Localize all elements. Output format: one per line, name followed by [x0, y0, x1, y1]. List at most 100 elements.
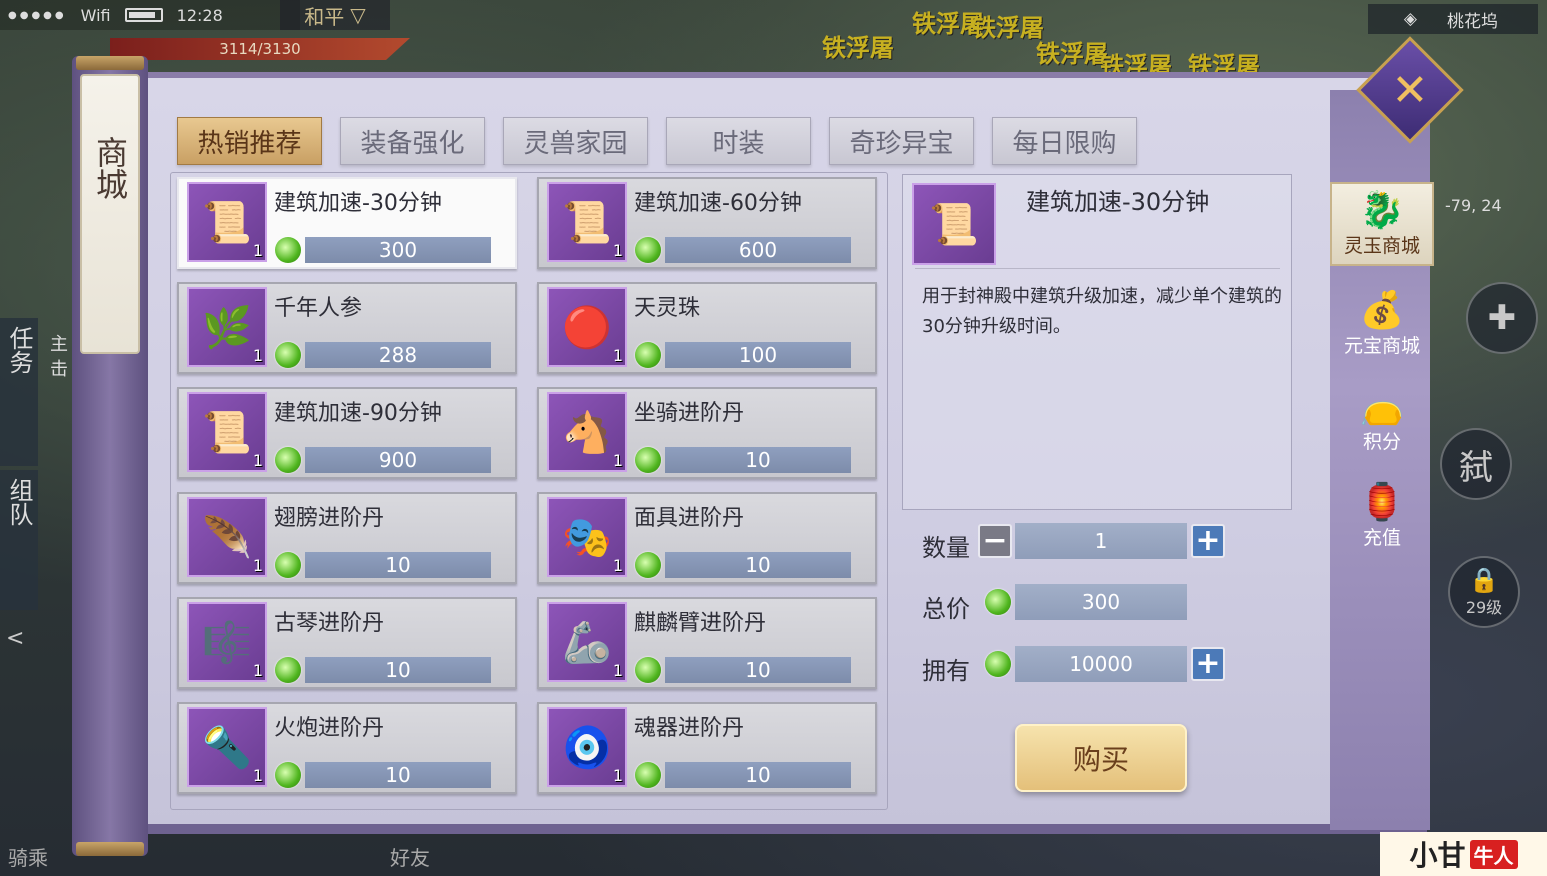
shop-item-card[interactable]: 🔦 1 火炮进阶丹 10: [177, 702, 517, 794]
jade-coin-icon: [635, 342, 661, 368]
shop-item-card[interactable]: 🧿 1 魂器进阶丹 10: [537, 702, 877, 794]
shop-item-card[interactable]: 🎼 1 古琴进阶丹 10: [177, 597, 517, 689]
item-price: 900: [305, 447, 491, 473]
jade-coin-icon: [275, 762, 301, 788]
scroll-icon: 📜: [912, 183, 996, 265]
clock: 12:28: [176, 5, 223, 25]
item-count: 1: [612, 241, 623, 260]
side-nav-points[interactable]: 👝 积分: [1330, 378, 1434, 462]
shop-item-card[interactable]: 🎭 1 面具进阶丹 10: [537, 492, 877, 584]
hp-bar: 3114/3130: [110, 38, 410, 60]
amulet-icon: 🧿 1: [547, 707, 627, 787]
side-nav-label: 充值: [1362, 526, 1401, 549]
side-nav-label: 积分: [1362, 430, 1401, 453]
shop-item-card[interactable]: 🦾 1 麒麟臂进阶丹 10: [537, 597, 877, 689]
friend-button[interactable]: 好友: [390, 842, 430, 871]
skill-button[interactable]: 弑: [1440, 428, 1512, 500]
scroll-icon: 📜 1: [547, 182, 627, 262]
player-nameplate: 铁浮屠: [1036, 40, 1108, 68]
quest-tab-label: 任务: [5, 326, 33, 374]
item-count: 1: [612, 346, 623, 365]
shop-item-card[interactable]: 🔴 1 天灵珠 100: [537, 282, 877, 374]
item-price: 10: [665, 552, 851, 578]
minimap-location[interactable]: ◈ 桃花坞: [1368, 4, 1538, 34]
orb-icon: 🔴 1: [547, 287, 627, 367]
collapse-arrow-icon[interactable]: <: [6, 626, 24, 651]
item-name: 面具进阶丹: [634, 506, 745, 531]
shop-item-card[interactable]: 🐴 1 坐骑进阶丹 10: [537, 387, 877, 479]
pk-mode-label: 和平: [304, 4, 345, 29]
quest-tab[interactable]: 任务: [0, 318, 38, 466]
side-nav-recharge[interactable]: 🏮 充值: [1330, 474, 1434, 558]
quantity-label: 数量: [922, 534, 970, 562]
jade-coin-icon: [275, 447, 301, 473]
coordinates: -79, 24: [1445, 196, 1502, 215]
item-name: 古琴进阶丹: [274, 611, 385, 636]
item-count: 1: [252, 766, 263, 785]
item-price: 10: [665, 657, 851, 683]
device-status-bar: ●●●●● Wifi 12:28: [0, 0, 300, 30]
tab-hot[interactable]: 热销推荐: [177, 117, 322, 165]
detail-divider: [915, 268, 1280, 269]
scroll-cap-bottom: [76, 842, 144, 856]
item-count: 1: [252, 451, 263, 470]
decrease-quantity-button[interactable]: −: [978, 524, 1012, 558]
tab-treasures[interactable]: 奇珍异宝: [829, 117, 974, 165]
shop-item-card[interactable]: 🌿 1 千年人参 288: [177, 282, 517, 374]
ingot-icon: 💰: [1359, 289, 1405, 331]
battery-icon: [124, 8, 163, 22]
item-name: 魂器进阶丹: [634, 716, 745, 741]
shop-item-card[interactable]: 🪶 1 翅膀进阶丹 10: [177, 492, 517, 584]
tab-fashion[interactable]: 时装: [666, 117, 811, 165]
shop-item-card[interactable]: 📜 1 建筑加速-60分钟 600: [537, 177, 877, 269]
player-nameplate: 铁浮屠: [972, 14, 1044, 42]
item-price: 10: [305, 762, 491, 788]
detail-description: 用于封神殿中建筑升级加速，减少单个建筑的30分钟升级时间。: [922, 286, 1282, 337]
shop-item-card[interactable]: 📜 1 建筑加速-30分钟 300: [177, 177, 517, 269]
jade-coin-icon: [275, 342, 301, 368]
chevron-down-icon: ▽: [350, 3, 366, 27]
team-tab[interactable]: 组队: [0, 470, 38, 610]
item-count: 1: [252, 241, 263, 260]
side-nav-jade-shop[interactable]: 🐉 灵玉商城: [1330, 182, 1434, 266]
item-count: 1: [252, 661, 263, 680]
pk-mode-selector[interactable]: 和平 ▽: [280, 0, 390, 30]
ginseng-icon: 🌿 1: [187, 287, 267, 367]
total-price-label: 总价: [922, 595, 970, 623]
item-name: 翅膀进阶丹: [274, 506, 385, 531]
scroll-icon: 📜 1: [187, 392, 267, 472]
item-name: 火炮进阶丹: [274, 716, 385, 741]
lyre-icon: 🎼 1: [187, 602, 267, 682]
item-price: 10: [665, 762, 851, 788]
item-count: 1: [612, 661, 623, 680]
tab-daily-limit[interactable]: 每日限购: [992, 117, 1137, 165]
item-price: 10: [305, 657, 491, 683]
item-count: 1: [612, 766, 623, 785]
pouch-icon: 👝: [1359, 385, 1405, 427]
side-nav-ingot-shop[interactable]: 💰 元宝商城: [1330, 282, 1434, 366]
locked-skill-slot: 🔒 29级: [1448, 556, 1520, 628]
tab-equip-enhance[interactable]: 装备强化: [340, 117, 485, 165]
tab-pet-home[interactable]: 灵兽家园: [503, 117, 648, 165]
owned-balance: 10000: [1015, 646, 1187, 682]
jade-coin-icon: [275, 237, 301, 263]
increase-quantity-button[interactable]: +: [1191, 524, 1225, 558]
shop-item-card[interactable]: 📜 1 建筑加速-90分钟 900: [177, 387, 517, 479]
unlock-level: 29级: [1465, 598, 1503, 617]
recharge-plus-button[interactable]: +: [1191, 647, 1225, 681]
menu-cross-icon[interactable]: ✚: [1466, 282, 1538, 354]
scroll-cap-top: [76, 56, 144, 70]
scroll-icon: 📜 1: [187, 182, 267, 262]
team-tab-label: 组队: [5, 478, 33, 526]
quantity-input[interactable]: 1: [1015, 523, 1187, 559]
buy-button[interactable]: 购买: [1015, 724, 1187, 792]
claw-icon: 🦾 1: [547, 602, 627, 682]
detail-item-name: 建筑加速-30分钟: [1026, 188, 1210, 216]
jade-coin-icon: [275, 657, 301, 683]
signal-icon: ●●●●●: [8, 9, 67, 21]
item-name: 坐骑进阶丹: [634, 401, 745, 426]
bottom-hud: 骑乘 好友: [0, 846, 1380, 876]
ride-button[interactable]: 骑乘: [8, 842, 48, 871]
total-price-value: 300: [1015, 584, 1187, 620]
dragon-icon: 🐉: [1359, 189, 1405, 231]
